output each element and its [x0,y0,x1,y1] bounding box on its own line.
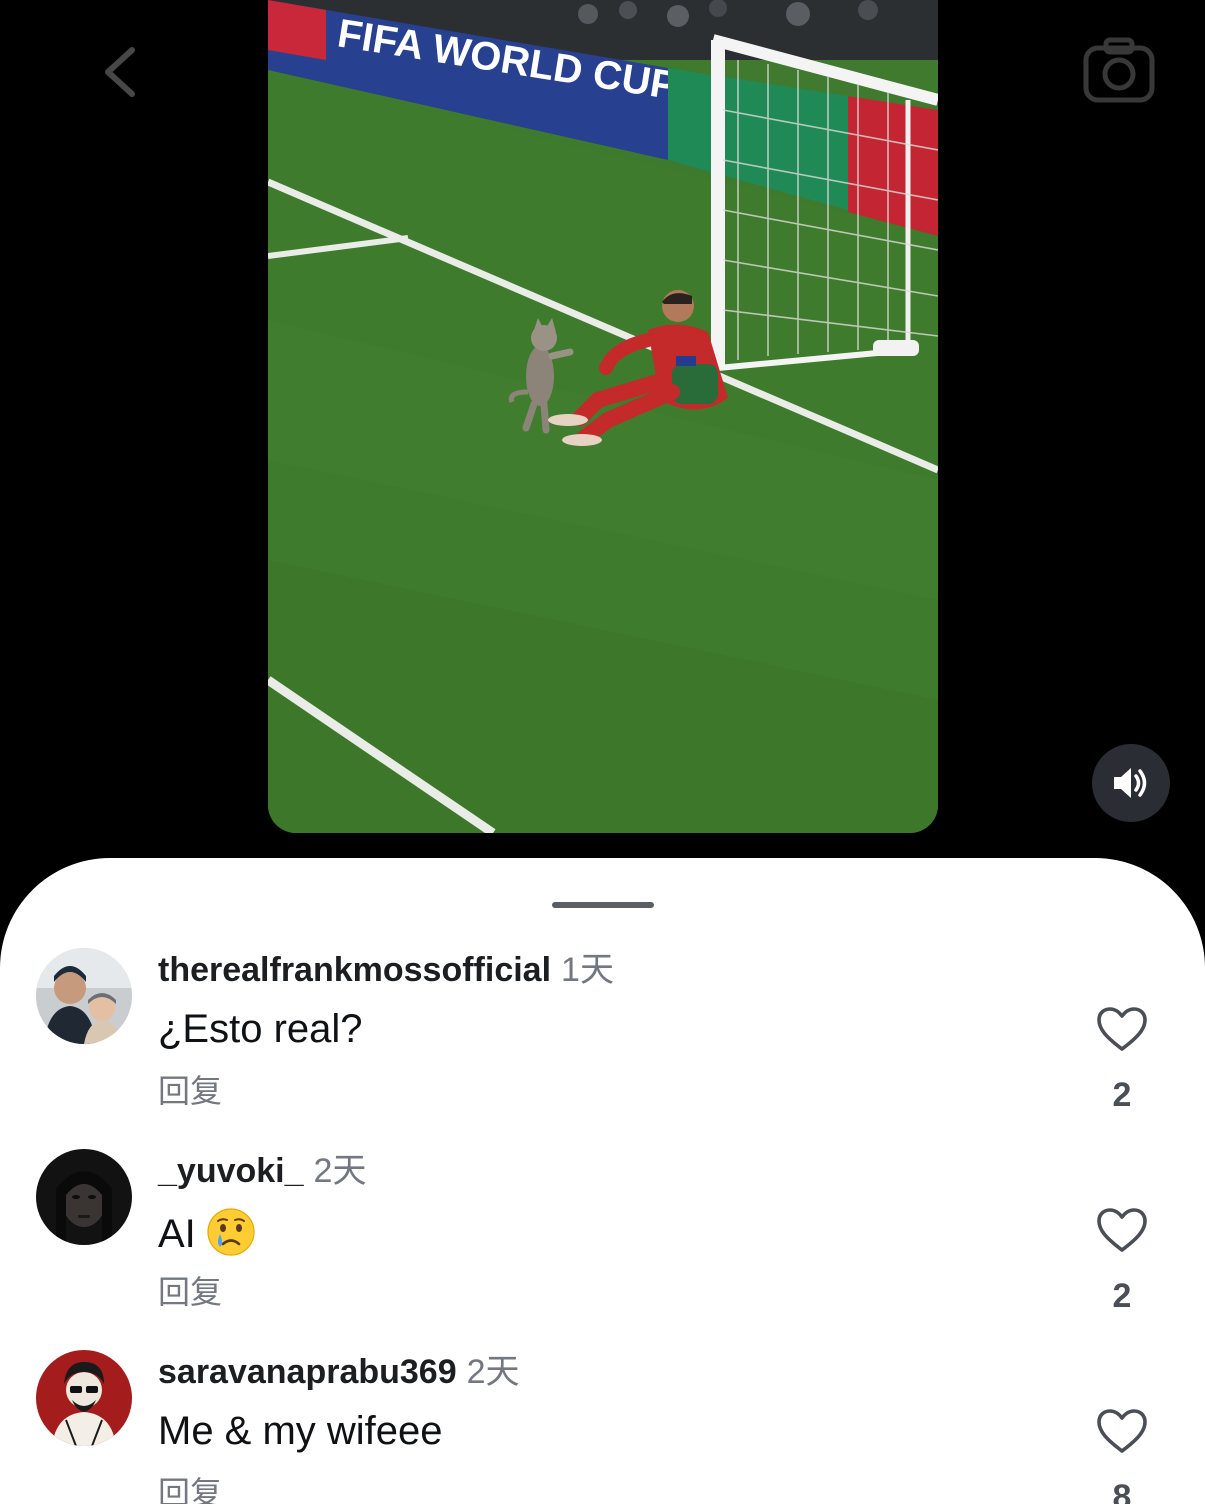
comment-text-body: AI [158,1212,196,1256]
comments-sheet: therealfrankmossofficial 1天 ¿Esto real? 回… [0,858,1205,1504]
avatar[interactable] [36,1149,132,1245]
screen: FIFA WORLD CUP 2026 therealfrankmossoffi… [0,0,1205,1504]
speaker-icon [1114,768,1147,798]
video-frame: FIFA WORLD CUP 2026 [268,0,938,833]
reply-button[interactable]: 回复 [158,1072,222,1110]
comment-text: ¿Esto real? [158,1007,363,1051]
comment-text: AI [158,1207,256,1257]
avatar[interactable] [36,1350,132,1446]
timestamp: 2天 [466,1353,520,1391]
volume-button[interactable] [1092,744,1170,822]
video-player[interactable]: FIFA WORLD CUP 2026 [268,0,938,833]
heart-icon[interactable] [1096,1207,1148,1253]
comment-meta: therealfrankmossofficial 1天 [158,950,614,990]
timestamp: 2天 [313,1152,367,1190]
reply-button[interactable]: 回复 [158,1273,222,1311]
camera-icon[interactable] [1082,36,1156,106]
back-chevron-icon[interactable] [96,44,146,100]
crying-face-icon [207,1208,255,1256]
comment-meta: _yuvoki_ 2天 [158,1151,366,1191]
avatar[interactable] [36,948,132,1044]
like-count: 8 [1112,1478,1132,1504]
comment-text: Me & my wifeee [158,1409,443,1453]
username[interactable]: therealfrankmossofficial [158,951,551,989]
like-count: 2 [1112,1076,1132,1114]
comment-meta: saravanaprabu369 2天 [158,1352,520,1392]
timestamp: 1天 [561,951,614,989]
username[interactable]: saravanaprabu369 [158,1353,457,1391]
reply-button[interactable]: 回复 [158,1474,222,1504]
comment-item: therealfrankmossofficial 1天 ¿Esto real? 回… [0,948,1205,1138]
username[interactable]: _yuvoki_ [158,1152,304,1190]
heart-icon[interactable] [1096,1006,1148,1052]
comment-item: _yuvoki_ 2天 AI 回复 2 [0,1149,1205,1339]
comment-item: saravanaprabu369 2天 Me & my wifeee 回复 8 [0,1350,1205,1504]
like-count: 2 [1112,1277,1132,1315]
heart-icon[interactable] [1096,1408,1148,1454]
sheet-grabber[interactable] [552,902,654,908]
